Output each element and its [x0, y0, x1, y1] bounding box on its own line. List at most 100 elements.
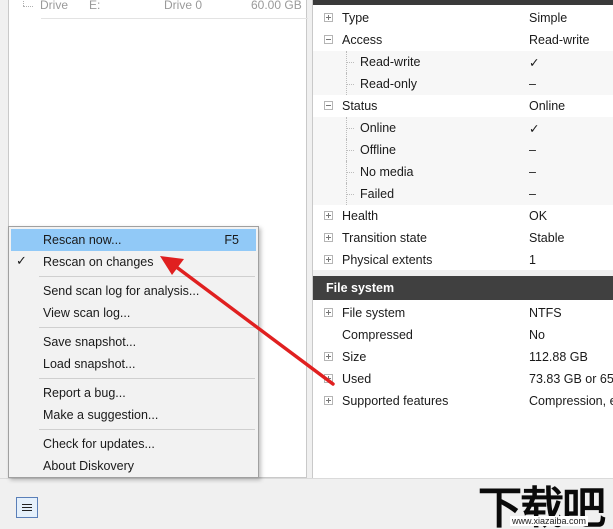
property-row-transition-state[interactable]: Transition state Stable: [313, 227, 613, 249]
property-value: 112.88 GB: [529, 350, 588, 364]
menu-item-send-scan-log-for-analysis[interactable]: Send scan log for analysis...: [11, 280, 256, 302]
properties-panel: Type Simple Access Read-write Read-write ✓ Rea…: [312, 0, 613, 478]
property-row-health[interactable]: Health OK: [313, 205, 613, 227]
menu-item-label: Make a suggestion...: [43, 408, 159, 422]
menu-item-load-snapshot[interactable]: Load snapshot...: [11, 353, 256, 375]
expand-icon[interactable]: [324, 396, 333, 405]
expand-icon[interactable]: [324, 308, 333, 317]
property-row-read-write[interactable]: Read-write ✓: [313, 51, 613, 73]
expand-icon[interactable]: [324, 352, 333, 361]
property-row-online[interactable]: Online ✓: [313, 117, 613, 139]
expand-icon[interactable]: [324, 211, 333, 220]
property-value: Simple: [529, 11, 568, 25]
watermark-url: www.xiazaiba.com: [510, 516, 589, 526]
menu-item-rescan-on-changes[interactable]: ✓ Rescan on changes: [11, 251, 256, 273]
property-value: No: [529, 328, 545, 342]
drive-letter: E:: [89, 0, 101, 12]
menu-item-label: Rescan now...: [43, 233, 122, 247]
menu-item-shortcut: F5: [224, 233, 239, 247]
collapse-icon[interactable]: [324, 101, 333, 110]
collapse-icon[interactable]: [324, 35, 333, 44]
menu-separator: [39, 276, 255, 277]
property-name: Supported features: [342, 394, 449, 408]
property-name: Physical extents: [342, 253, 433, 267]
property-row-physical-extents[interactable]: Physical extents 1: [313, 249, 613, 271]
tree-line: [346, 84, 354, 85]
property-value: –: [529, 165, 536, 179]
property-value: OK: [529, 209, 548, 223]
property-name: Access: [342, 33, 383, 47]
menu-item-view-scan-log[interactable]: View scan log...: [11, 302, 256, 324]
drive-row[interactable]: Drive E: Drive 0 60.00 GB: [9, 0, 308, 19]
property-row-file-system[interactable]: File system NTFS: [313, 302, 613, 324]
menu-item-label: View scan log...: [43, 306, 131, 320]
file-system-section-header[interactable]: File system: [313, 276, 613, 300]
property-value: 1: [529, 253, 536, 267]
menu-item-label: Save snapshot...: [43, 335, 137, 349]
property-name: Read-write: [360, 55, 421, 69]
property-row-size[interactable]: Size 112.88 GB: [313, 346, 613, 368]
property-name: Health: [342, 209, 379, 223]
expand-icon[interactable]: [324, 233, 333, 242]
property-row-access[interactable]: Access Read-write: [313, 29, 613, 51]
property-value: Compression, en: [529, 394, 613, 408]
expand-icon[interactable]: [324, 374, 333, 383]
menu-separator: [39, 429, 255, 430]
property-row-compressed[interactable]: Compressed No: [313, 324, 613, 346]
menu-item-label: About Diskovery: [43, 459, 135, 473]
expand-icon[interactable]: [324, 255, 333, 264]
menu-item-label: Load snapshot...: [43, 357, 136, 371]
property-name: Offline: [360, 143, 396, 157]
context-menu: Rescan now... F5 ✓ Rescan on changes Send sc…: [8, 226, 259, 478]
property-row-supported-features[interactable]: Supported features Compression, en: [313, 390, 613, 412]
main-menu-button[interactable]: [16, 497, 38, 518]
menu-item-about-diskovery[interactable]: About Diskovery: [11, 455, 256, 477]
property-value: Stable: [529, 231, 565, 245]
menu-item-save-snapshot[interactable]: Save snapshot...: [11, 331, 256, 353]
drive-type: Drive: [40, 0, 69, 12]
property-value: ✓: [529, 56, 540, 70]
checkmark-icon: ✓: [16, 253, 27, 268]
tree-line: [346, 62, 354, 63]
property-value: –: [529, 187, 536, 201]
property-name: Transition state: [342, 231, 427, 245]
property-name: File system: [342, 306, 406, 320]
property-name: No media: [360, 165, 414, 179]
tree-line: [346, 150, 354, 151]
property-name: Compressed: [342, 328, 413, 342]
menu-item-label: Rescan on changes: [43, 255, 154, 269]
menu-item-label: Check for updates...: [43, 437, 155, 451]
property-name: Type: [342, 11, 370, 25]
property-name: Online: [360, 121, 397, 135]
menu-separator: [39, 378, 255, 379]
menu-separator: [39, 327, 255, 328]
property-row-failed[interactable]: Failed –: [313, 183, 613, 205]
expand-icon[interactable]: [324, 13, 333, 22]
drive-name: Drive 0: [164, 0, 203, 12]
property-row-status[interactable]: Status Online: [313, 95, 613, 117]
watermark-logo: 下载吧 www.xiazaiba.com: [476, 474, 613, 529]
property-value: NTFS: [529, 306, 562, 320]
property-value: 73.83 GB or 65.4: [529, 372, 613, 386]
property-row-offline[interactable]: Offline –: [313, 139, 613, 161]
property-row-type[interactable]: Type Simple: [313, 7, 613, 29]
menu-item-check-for-updates[interactable]: Check for updates...: [11, 433, 256, 455]
section-title: File system: [326, 281, 395, 295]
menu-item-report-a-bug[interactable]: Report a bug...: [11, 382, 256, 404]
property-value: Online: [529, 99, 566, 113]
menu-item-label: Report a bug...: [43, 386, 126, 400]
menu-item-rescan-now[interactable]: Rescan now... F5: [11, 229, 256, 251]
tree-line: [23, 6, 33, 7]
drive-size: 60.00 GB: [251, 0, 302, 12]
property-value: –: [529, 143, 536, 157]
property-row-no-media[interactable]: No media –: [313, 161, 613, 183]
menu-item-label: Send scan log for analysis...: [43, 284, 200, 298]
property-value: –: [529, 77, 536, 91]
tree-line: [346, 194, 354, 195]
tree-line: [346, 172, 354, 173]
property-name: Read-only: [360, 77, 417, 91]
menu-item-make-a-suggestion[interactable]: Make a suggestion...: [11, 404, 256, 426]
property-row-read-only[interactable]: Read-only –: [313, 73, 613, 95]
row-divider: [41, 18, 308, 19]
property-row-used[interactable]: Used 73.83 GB or 65.4: [313, 368, 613, 390]
